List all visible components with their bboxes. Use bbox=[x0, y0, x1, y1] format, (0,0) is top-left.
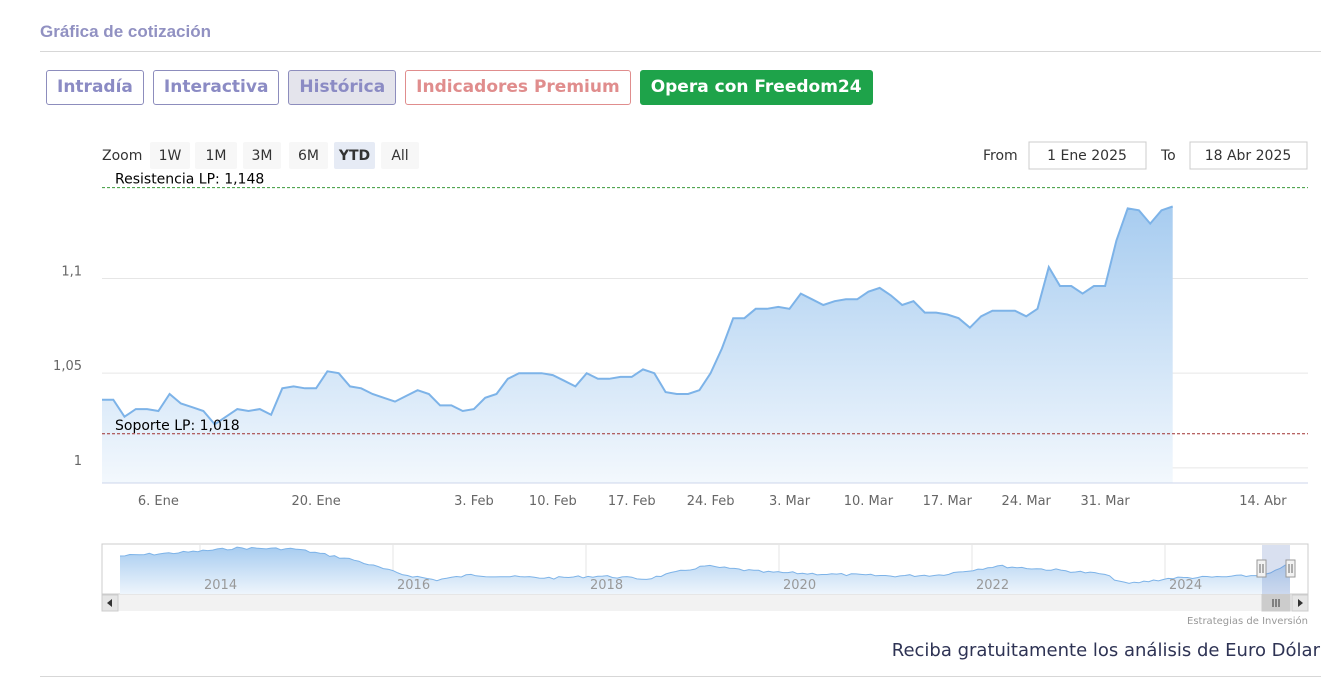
y-tick-label: 1,1 bbox=[61, 264, 82, 279]
zoom-button-label: 3M bbox=[252, 148, 273, 164]
scroll-right-button[interactable] bbox=[1291, 594, 1309, 612]
newsletter-cta[interactable]: Reciba gratuitamente los análisis de Eur… bbox=[892, 640, 1320, 661]
navigator-year-label: 2014 bbox=[204, 578, 237, 593]
zoom-button-all[interactable]: All bbox=[381, 142, 419, 169]
price-chart: Zoom 1W 1M 3M 6M YTD All From 1 Ene 2025 To 1… bbox=[53, 141, 1309, 627]
scrollbar-thumb[interactable] bbox=[1261, 594, 1291, 612]
zoom-button-6m[interactable]: 6M bbox=[289, 142, 328, 169]
to-label: To bbox=[1160, 148, 1176, 164]
x-tick-label: 14. Abr bbox=[1239, 494, 1287, 509]
from-label: From bbox=[983, 148, 1018, 164]
zoom-buttons: 1W 1M 3M 6M YTD All bbox=[150, 142, 419, 169]
x-tick-label: 6. Ene bbox=[138, 494, 179, 509]
x-tick-label: 10. Mar bbox=[844, 494, 894, 509]
navigator-handle-right[interactable] bbox=[1285, 559, 1296, 578]
x-axis-labels: 6. Ene 20. Ene 3. Feb 10. Feb 17. Feb 24. Feb… bbox=[138, 494, 1287, 509]
navigator-handle-left[interactable] bbox=[1256, 559, 1267, 578]
x-tick-label: 24. Feb bbox=[687, 494, 735, 509]
zoom-button-label: 1M bbox=[206, 148, 227, 164]
zoom-button-label: All bbox=[391, 148, 408, 164]
zoom-button-ytd[interactable]: YTD bbox=[334, 142, 375, 169]
x-tick-label: 10. Feb bbox=[529, 494, 577, 509]
navigator-year-label: 2018 bbox=[590, 578, 623, 593]
x-tick-label: 3. Mar bbox=[769, 494, 811, 509]
chart-credits[interactable]: Estrategias de Inversión bbox=[1187, 615, 1308, 627]
navigator-year-label: 2020 bbox=[783, 578, 816, 593]
y-tick-label: 1,05 bbox=[53, 359, 82, 374]
x-tick-label: 31. Mar bbox=[1080, 494, 1130, 509]
y-tick-label: 1 bbox=[74, 454, 82, 469]
navigator-year-label: 2016 bbox=[397, 578, 430, 593]
y-axis-labels: 1 1,05 1,1 bbox=[53, 264, 82, 468]
to-date-value: 18 Abr 2025 bbox=[1205, 148, 1292, 164]
zoom-button-3m[interactable]: 3M bbox=[243, 142, 281, 169]
bottom-divider bbox=[40, 676, 1321, 677]
zoom-label: Zoom bbox=[102, 148, 142, 164]
x-tick-label: 17. Mar bbox=[923, 494, 973, 509]
x-tick-label: 3. Feb bbox=[454, 494, 494, 509]
zoom-button-label: 6M bbox=[298, 148, 319, 164]
navigator-year-label: 2024 bbox=[1169, 578, 1202, 593]
from-date-value: 1 Ene 2025 bbox=[1047, 148, 1127, 164]
x-tick-label: 24. Mar bbox=[1002, 494, 1052, 509]
x-tick-label: 20. Ene bbox=[292, 494, 341, 509]
zoom-button-label: 1W bbox=[159, 148, 182, 164]
annotation-label: Soporte LP: 1,018 bbox=[115, 418, 240, 434]
scrollbar-track[interactable] bbox=[102, 595, 1308, 611]
zoom-button-1w[interactable]: 1W bbox=[150, 142, 190, 169]
scroll-left-button[interactable] bbox=[101, 594, 119, 612]
navigator-year-label: 2022 bbox=[976, 578, 1009, 593]
annotation-label: Resistencia LP: 1,148 bbox=[115, 172, 264, 188]
zoom-button-label: YTD bbox=[338, 148, 370, 164]
x-tick-label: 17. Feb bbox=[608, 494, 656, 509]
price-area-fill bbox=[102, 206, 1173, 483]
zoom-button-1m[interactable]: 1M bbox=[195, 142, 237, 169]
